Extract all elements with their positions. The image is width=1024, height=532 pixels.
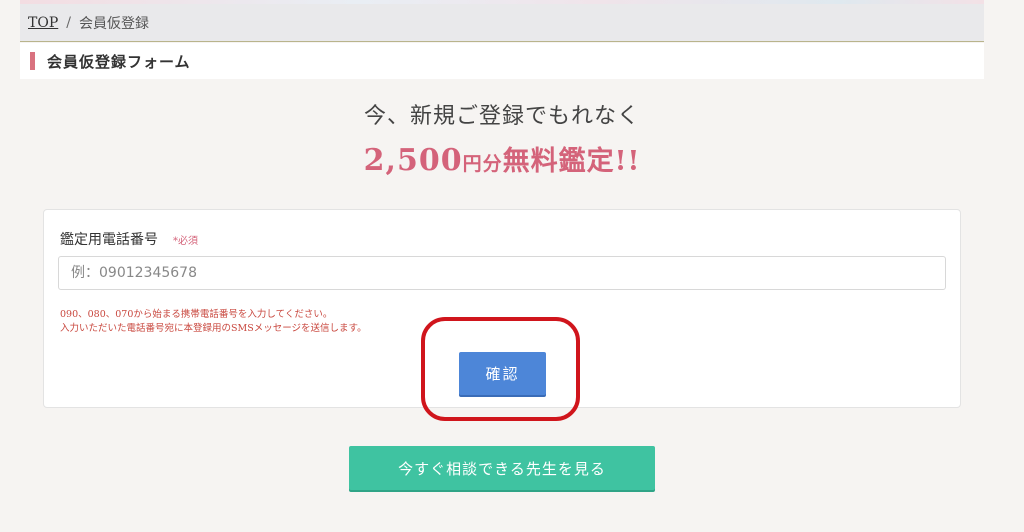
breadcrumb-home-link[interactable]: TOP [28,15,58,31]
phone-help-line-1: 090、080、070から始まる携帯電話番号を入力してください。 [60,309,333,320]
promo-amount: 2,500 [363,143,463,178]
section-accent-bar [30,52,35,70]
phone-help-line-2: 入力いただいた電話番号宛に本登録用のSMSメッセージを送信します。 [60,323,367,334]
promo-offer: 2,500円分無料鑑定!! [0,139,1004,178]
phone-help-text: 090、080、070から始まる携帯電話番号を入力してください。 入力いただいた… [60,308,367,336]
registration-form: 鑑定用電話番号 *必須 090、080、070から始まる携帯電話番号を入力してく… [43,209,961,408]
breadcrumb-separator: / [66,14,71,31]
section-header: 会員仮登録フォーム [20,43,984,79]
promo-lead-text: 今、新規ご登録でもれなく [363,104,640,129]
confirm-button[interactable]: 確認 [459,352,546,395]
breadcrumb-current: 会員仮登録 [78,15,149,32]
page-title: 会員仮登録フォーム [47,52,191,71]
view-teachers-button[interactable]: 今すぐ相談できる先生を見る [349,446,655,490]
promo-offer-text: 無料鑑定!! [502,146,641,177]
breadcrumb: TOP / 会員仮登録 [20,4,984,42]
phone-number-input[interactable] [58,256,946,290]
required-mark: *必須 [173,236,198,247]
phone-label: 鑑定用電話番号 [60,232,158,248]
promo-unit: 円分 [462,153,503,175]
